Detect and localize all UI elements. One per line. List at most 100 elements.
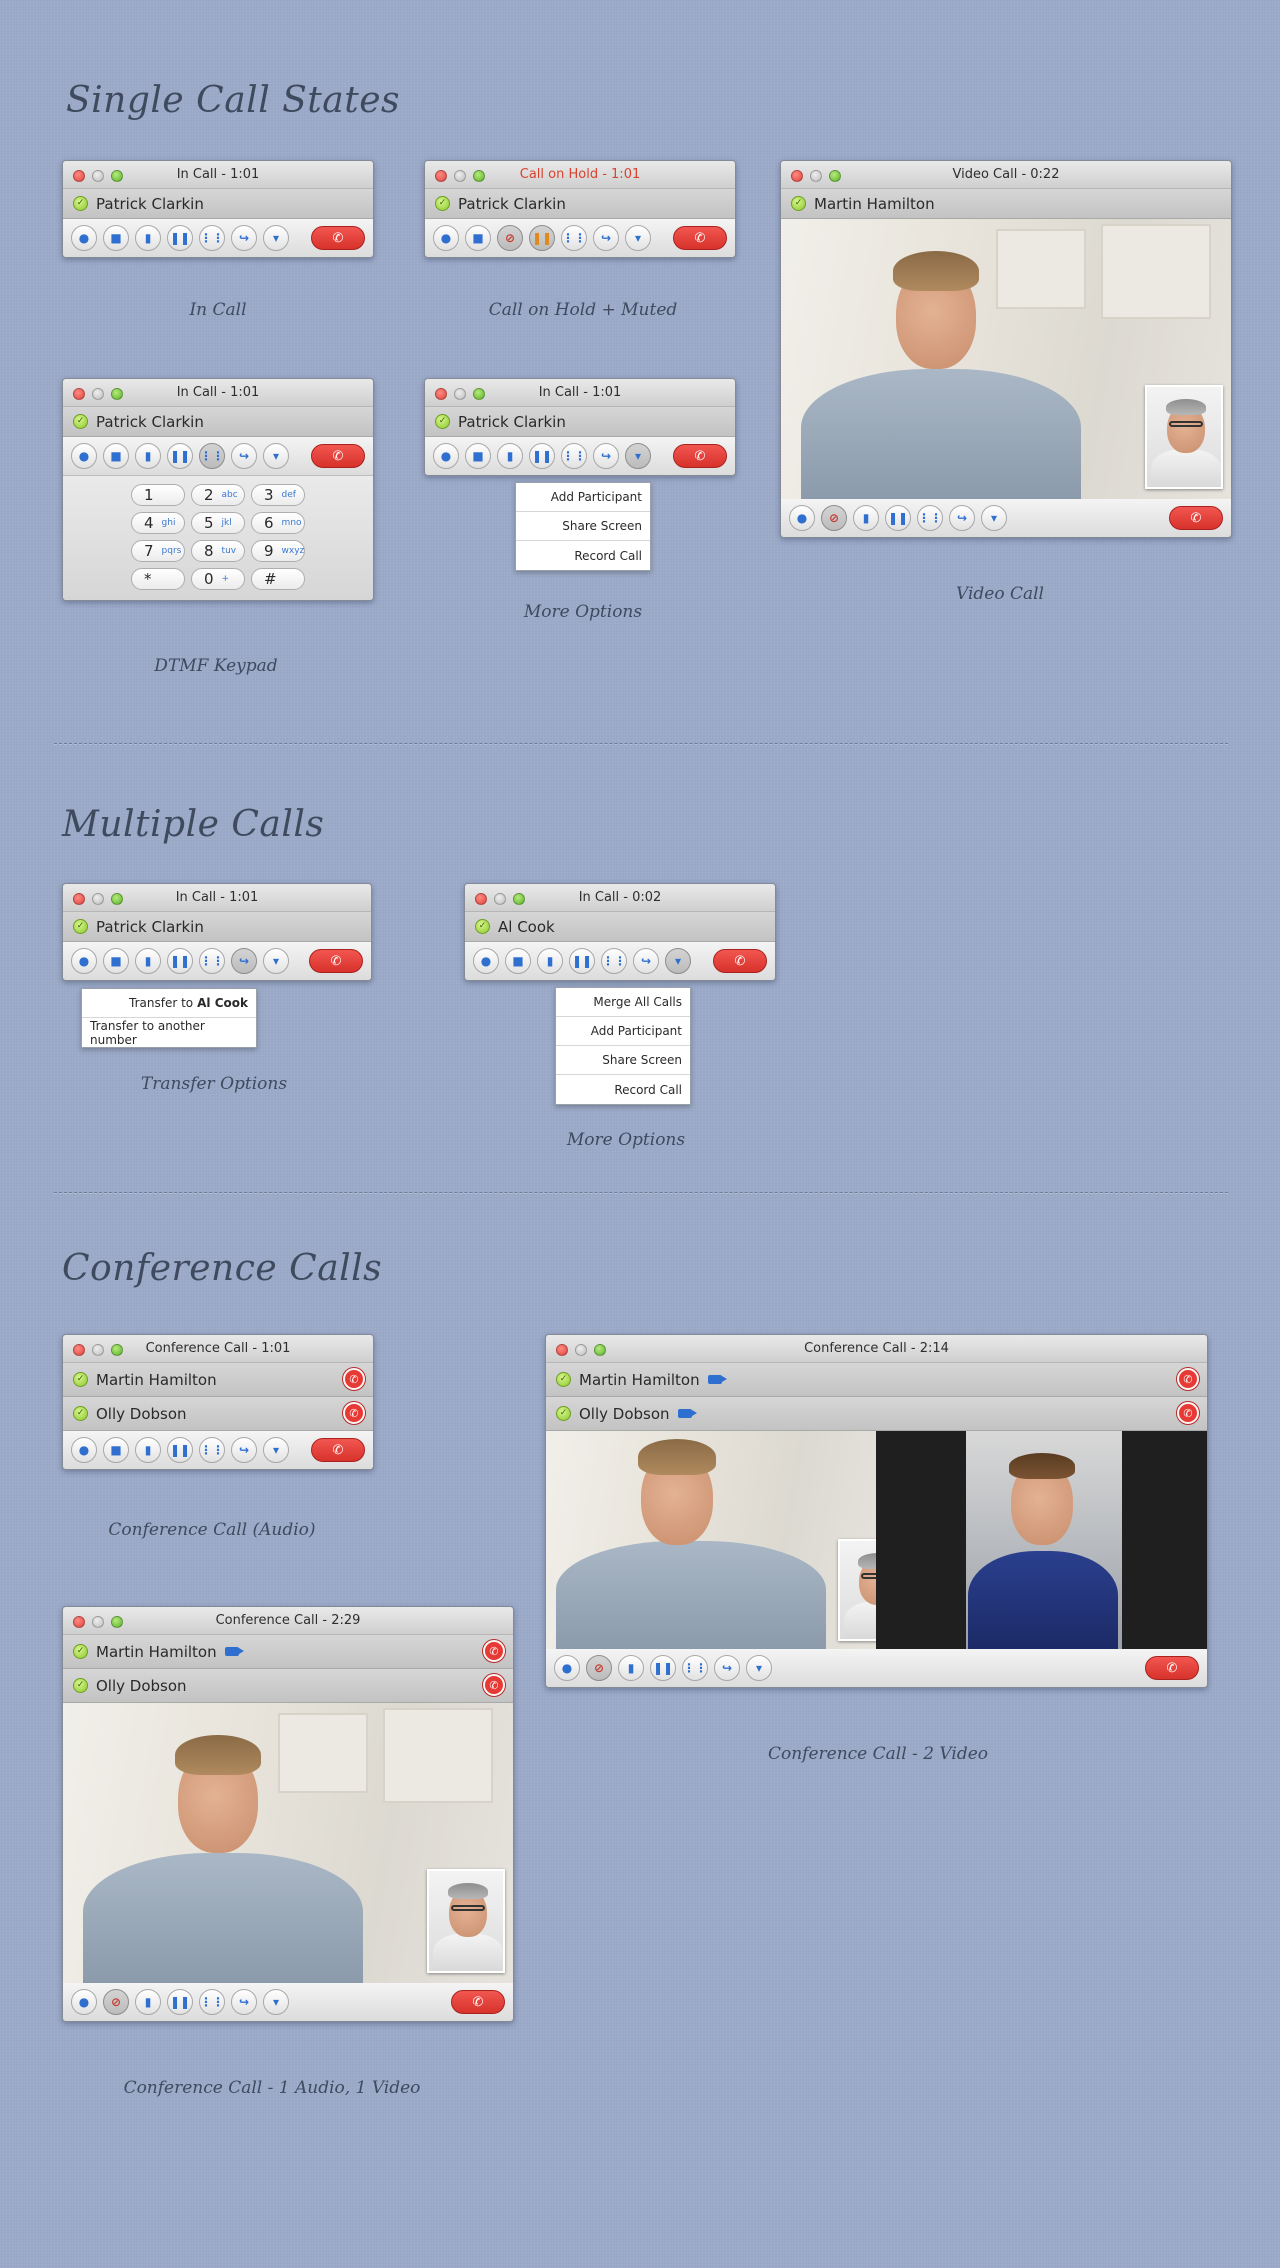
keypad-icon[interactable]: ⋮⋮: [199, 1437, 225, 1463]
hang-up-icon[interactable]: ✆: [343, 1402, 365, 1424]
chevron-down-icon[interactable]: ▾: [263, 1437, 289, 1463]
pause-icon[interactable]: ❚❚: [167, 1437, 193, 1463]
hang-up-icon[interactable]: ✆: [1169, 506, 1223, 530]
hang-up-icon[interactable]: ✆: [1177, 1402, 1199, 1424]
keypad-icon[interactable]: ⋮⋮: [561, 225, 587, 251]
pause-icon[interactable]: ❚❚: [167, 225, 193, 251]
video-camera-icon[interactable]: ■: [465, 225, 491, 251]
keypad-key[interactable]: 5 jkl: [191, 512, 245, 534]
transfer-icon[interactable]: ↪: [633, 948, 659, 974]
microphone-icon[interactable]: ▮: [618, 1655, 644, 1681]
chat-icon[interactable]: ●: [433, 225, 459, 251]
video-camera-icon[interactable]: ■: [103, 225, 129, 251]
keypad-icon[interactable]: ⋮⋮: [601, 948, 627, 974]
keypad-icon[interactable]: ⋮⋮: [199, 1989, 225, 2015]
hang-up-icon[interactable]: ✆: [483, 1640, 505, 1662]
keypad-icon[interactable]: ⋮⋮: [917, 505, 943, 531]
chat-icon[interactable]: ●: [433, 443, 459, 469]
video-camera-icon[interactable]: ■: [465, 443, 491, 469]
video-camera-icon[interactable]: ⊘: [103, 1989, 129, 2015]
pause-icon[interactable]: ❚❚: [167, 443, 193, 469]
chevron-down-icon[interactable]: ▾: [625, 443, 651, 469]
keypad-key[interactable]: #: [251, 568, 305, 590]
pause-icon[interactable]: ❚❚: [167, 948, 193, 974]
keypad-key[interactable]: 7 pqrs: [131, 540, 185, 562]
keypad-icon[interactable]: ⋮⋮: [682, 1655, 708, 1681]
chevron-down-icon[interactable]: ▾: [263, 225, 289, 251]
transfer-icon[interactable]: ↪: [231, 1437, 257, 1463]
chevron-down-icon[interactable]: ▾: [625, 225, 651, 251]
chat-icon[interactable]: ●: [71, 225, 97, 251]
transfer-icon[interactable]: ↪: [231, 225, 257, 251]
keypad-key[interactable]: 8 tuv: [191, 540, 245, 562]
microphone-icon[interactable]: ▮: [537, 948, 563, 974]
menu-item-share-screen[interactable]: Share Screen: [516, 512, 650, 541]
hang-up-icon[interactable]: ✆: [483, 1674, 505, 1696]
hang-up-icon[interactable]: ✆: [343, 1368, 365, 1390]
microphone-icon[interactable]: ▮: [135, 443, 161, 469]
menu-item-record-call[interactable]: Record Call: [516, 541, 650, 570]
keypad-icon[interactable]: ⋮⋮: [199, 948, 225, 974]
microphone-icon[interactable]: ▮: [853, 505, 879, 531]
transfer-icon[interactable]: ↪: [231, 443, 257, 469]
chevron-down-icon[interactable]: ▾: [263, 1989, 289, 2015]
hang-up-icon[interactable]: ✆: [311, 226, 365, 250]
hang-up-icon[interactable]: ✆: [309, 949, 363, 973]
transfer-icon[interactable]: ↪: [593, 225, 619, 251]
chat-icon[interactable]: ●: [789, 505, 815, 531]
hang-up-icon[interactable]: ✆: [311, 1438, 365, 1462]
pause-icon[interactable]: ❚❚: [529, 443, 555, 469]
keypad-key[interactable]: 0 +: [191, 568, 245, 590]
microphone-icon[interactable]: ▮: [135, 1989, 161, 2015]
chevron-down-icon[interactable]: ▾: [263, 948, 289, 974]
hang-up-icon[interactable]: ✆: [1177, 1368, 1199, 1390]
transfer-icon[interactable]: ↪: [714, 1655, 740, 1681]
hang-up-icon[interactable]: ✆: [713, 949, 767, 973]
transfer-icon[interactable]: ↪: [949, 505, 975, 531]
menu-item-merge-all-calls[interactable]: Merge All Calls: [556, 988, 690, 1017]
menu-item-add-participant[interactable]: Add Participant: [556, 1017, 690, 1046]
transfer-icon[interactable]: ↪: [231, 1989, 257, 2015]
transfer-icon[interactable]: ↪: [593, 443, 619, 469]
microphone-icon[interactable]: ▮: [135, 225, 161, 251]
chat-icon[interactable]: ●: [473, 948, 499, 974]
chevron-down-icon[interactable]: ▾: [263, 443, 289, 469]
chat-icon[interactable]: ●: [71, 1437, 97, 1463]
video-camera-icon[interactable]: ■: [505, 948, 531, 974]
pause-icon[interactable]: ❚❚: [569, 948, 595, 974]
chevron-down-icon[interactable]: ▾: [981, 505, 1007, 531]
video-camera-icon[interactable]: ■: [103, 443, 129, 469]
menu-item-record-call[interactable]: Record Call: [556, 1075, 690, 1104]
hang-up-icon[interactable]: ✆: [451, 1990, 505, 2014]
keypad-icon[interactable]: ⋮⋮: [199, 225, 225, 251]
keypad-key[interactable]: 1: [131, 484, 185, 506]
pause-icon[interactable]: ❚❚: [529, 225, 555, 251]
keypad-icon[interactable]: ⋮⋮: [561, 443, 587, 469]
chat-icon[interactable]: ●: [71, 443, 97, 469]
video-camera-icon[interactable]: ■: [103, 948, 129, 974]
chat-icon[interactable]: ●: [554, 1655, 580, 1681]
menu-item-add-participant[interactable]: Add Participant: [516, 483, 650, 512]
video-camera-icon[interactable]: ■: [103, 1437, 129, 1463]
keypad-key[interactable]: *: [131, 568, 185, 590]
pause-icon[interactable]: ❚❚: [885, 505, 911, 531]
keypad-key[interactable]: 3 def: [251, 484, 305, 506]
chevron-down-icon[interactable]: ▾: [665, 948, 691, 974]
keypad-key[interactable]: 6 mno: [251, 512, 305, 534]
keypad-key[interactable]: 2 abc: [191, 484, 245, 506]
chevron-down-icon[interactable]: ▾: [746, 1655, 772, 1681]
microphone-icon[interactable]: ▮: [135, 1437, 161, 1463]
hang-up-icon[interactable]: ✆: [673, 444, 727, 468]
keypad-key[interactable]: 9 wxyz: [251, 540, 305, 562]
menu-item-transfer-to-contact[interactable]: Transfer to Al Cook: [82, 989, 256, 1018]
keypad-icon[interactable]: ⋮⋮: [199, 443, 225, 469]
hang-up-icon[interactable]: ✆: [1145, 1656, 1199, 1680]
chat-icon[interactable]: ●: [71, 948, 97, 974]
pause-icon[interactable]: ❚❚: [167, 1989, 193, 2015]
keypad-key[interactable]: 4 ghi: [131, 512, 185, 534]
microphone-muted-icon[interactable]: ⊘: [497, 225, 523, 251]
microphone-icon[interactable]: ▮: [135, 948, 161, 974]
video-camera-icon[interactable]: ⊘: [586, 1655, 612, 1681]
pause-icon[interactable]: ❚❚: [650, 1655, 676, 1681]
transfer-icon[interactable]: ↪: [231, 948, 257, 974]
